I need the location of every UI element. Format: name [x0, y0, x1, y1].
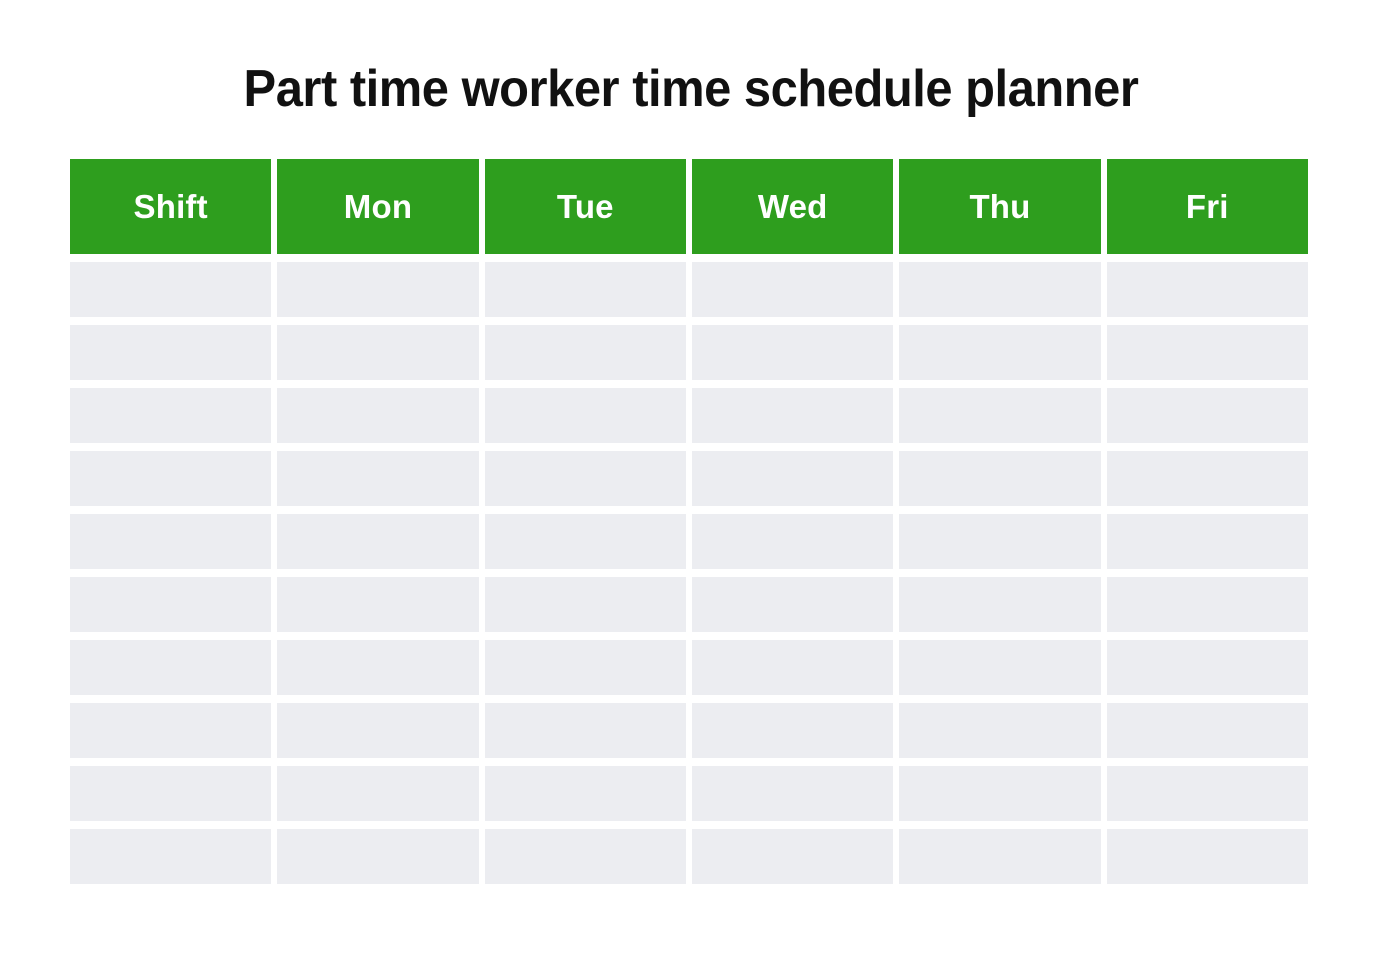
cell-shift[interactable]: [70, 766, 272, 821]
cell-thu[interactable]: [899, 388, 1101, 443]
cell-fri[interactable]: [1106, 325, 1308, 380]
cell-fri[interactable]: [1106, 262, 1308, 317]
cell-shift[interactable]: [70, 325, 272, 380]
cell-wed[interactable]: [691, 325, 894, 380]
table-row: [70, 640, 1308, 695]
table-row: [70, 577, 1308, 632]
column-header-label: Fri: [1185, 187, 1229, 225]
cell-tue[interactable]: [484, 703, 686, 758]
cell-thu[interactable]: [899, 514, 1101, 569]
cell-fri[interactable]: [1106, 577, 1308, 632]
cell-thu[interactable]: [899, 703, 1101, 758]
cell-mon[interactable]: [277, 766, 479, 821]
column-header-label: Thu: [969, 187, 1031, 225]
cell-fri[interactable]: [1106, 829, 1308, 884]
cell-tue[interactable]: [484, 829, 686, 884]
cell-mon[interactable]: [277, 325, 479, 380]
cell-shift[interactable]: [70, 262, 272, 317]
column-header-thu[interactable]: Thu: [899, 159, 1101, 254]
cell-shift[interactable]: [70, 829, 272, 884]
cell-fri[interactable]: [1106, 766, 1308, 821]
column-header-mon[interactable]: Mon: [277, 159, 479, 254]
cell-tue[interactable]: [484, 766, 686, 821]
cell-thu[interactable]: [899, 577, 1101, 632]
cell-thu[interactable]: [899, 325, 1101, 380]
cell-mon[interactable]: [277, 577, 479, 632]
column-header-label: Wed: [757, 187, 828, 225]
cell-mon[interactable]: [277, 388, 479, 443]
cell-shift[interactable]: [70, 514, 272, 569]
cell-fri[interactable]: [1106, 388, 1308, 443]
cell-wed[interactable]: [691, 577, 894, 632]
table-row: [70, 262, 1308, 317]
table-row: [70, 325, 1308, 380]
cell-mon[interactable]: [277, 829, 479, 884]
column-header-label: Tue: [556, 187, 614, 225]
cell-wed[interactable]: [691, 262, 894, 317]
column-header-label: Mon: [343, 187, 413, 225]
cell-mon[interactable]: [277, 703, 479, 758]
page-title-container: Part time worker time schedule planner: [0, 62, 1381, 117]
cell-tue[interactable]: [484, 577, 686, 632]
page-title: Part time worker time schedule planner: [243, 60, 1138, 118]
cell-thu[interactable]: [899, 766, 1101, 821]
cell-mon[interactable]: [277, 640, 479, 695]
table-row: [70, 451, 1308, 506]
cell-shift[interactable]: [70, 640, 272, 695]
cell-wed[interactable]: [691, 766, 894, 821]
cell-wed[interactable]: [691, 640, 894, 695]
cell-wed[interactable]: [691, 514, 894, 569]
cell-fri[interactable]: [1106, 640, 1308, 695]
schedule-table: Shift Mon Tue Wed Thu Fri: [70, 159, 1308, 884]
cell-tue[interactable]: [484, 640, 686, 695]
column-header-fri[interactable]: Fri: [1106, 159, 1308, 254]
cell-tue[interactable]: [484, 262, 686, 317]
table-row: [70, 388, 1308, 443]
cell-thu[interactable]: [899, 262, 1101, 317]
column-header-label: Shift: [133, 187, 208, 225]
cell-tue[interactable]: [484, 451, 686, 506]
cell-wed[interactable]: [691, 388, 894, 443]
cell-tue[interactable]: [484, 514, 686, 569]
cell-mon[interactable]: [277, 451, 479, 506]
cell-fri[interactable]: [1106, 451, 1308, 506]
table-row: [70, 703, 1308, 758]
cell-tue[interactable]: [484, 325, 686, 380]
cell-tue[interactable]: [484, 388, 686, 443]
cell-shift[interactable]: [70, 388, 272, 443]
cell-mon[interactable]: [277, 514, 479, 569]
cell-thu[interactable]: [899, 829, 1101, 884]
table-row: [70, 829, 1308, 884]
cell-shift[interactable]: [70, 577, 272, 632]
table-row: [70, 514, 1308, 569]
cell-mon[interactable]: [277, 262, 479, 317]
column-header-wed[interactable]: Wed: [691, 159, 894, 254]
cell-fri[interactable]: [1106, 703, 1308, 758]
cell-wed[interactable]: [691, 451, 894, 506]
table-header-row: Shift Mon Tue Wed Thu Fri: [70, 159, 1308, 254]
cell-shift[interactable]: [70, 451, 272, 506]
column-header-shift[interactable]: Shift: [70, 159, 272, 254]
cell-shift[interactable]: [70, 703, 272, 758]
cell-fri[interactable]: [1106, 514, 1308, 569]
table-row: [70, 766, 1308, 821]
cell-thu[interactable]: [899, 640, 1101, 695]
table-body: [70, 254, 1308, 884]
planner-page: Part time worker time schedule planner S…: [0, 0, 1381, 973]
cell-wed[interactable]: [691, 829, 894, 884]
cell-wed[interactable]: [691, 703, 894, 758]
cell-thu[interactable]: [899, 451, 1101, 506]
column-header-tue[interactable]: Tue: [484, 159, 686, 254]
